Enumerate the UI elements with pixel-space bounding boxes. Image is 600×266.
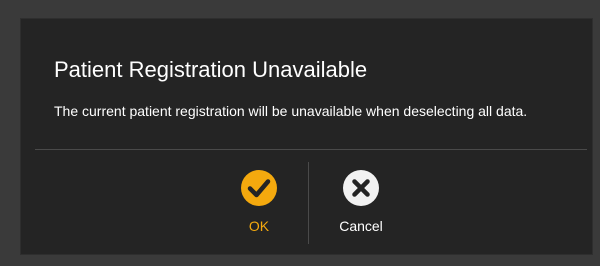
dialog-message: The current patient registration will be… [54, 103, 528, 119]
cancel-label: Cancel [339, 218, 383, 234]
checkmark-circle-icon [241, 170, 277, 206]
vertical-divider [308, 162, 309, 244]
ok-button[interactable]: OK [219, 169, 299, 244]
patient-registration-dialog: Patient Registration Unavailable The cur… [20, 18, 593, 255]
cancel-button[interactable]: Cancel [321, 169, 401, 244]
horizontal-divider [35, 149, 587, 150]
x-circle-icon [343, 170, 379, 206]
ok-label: OK [248, 218, 270, 234]
dialog-title: Patient Registration Unavailable [54, 57, 368, 82]
